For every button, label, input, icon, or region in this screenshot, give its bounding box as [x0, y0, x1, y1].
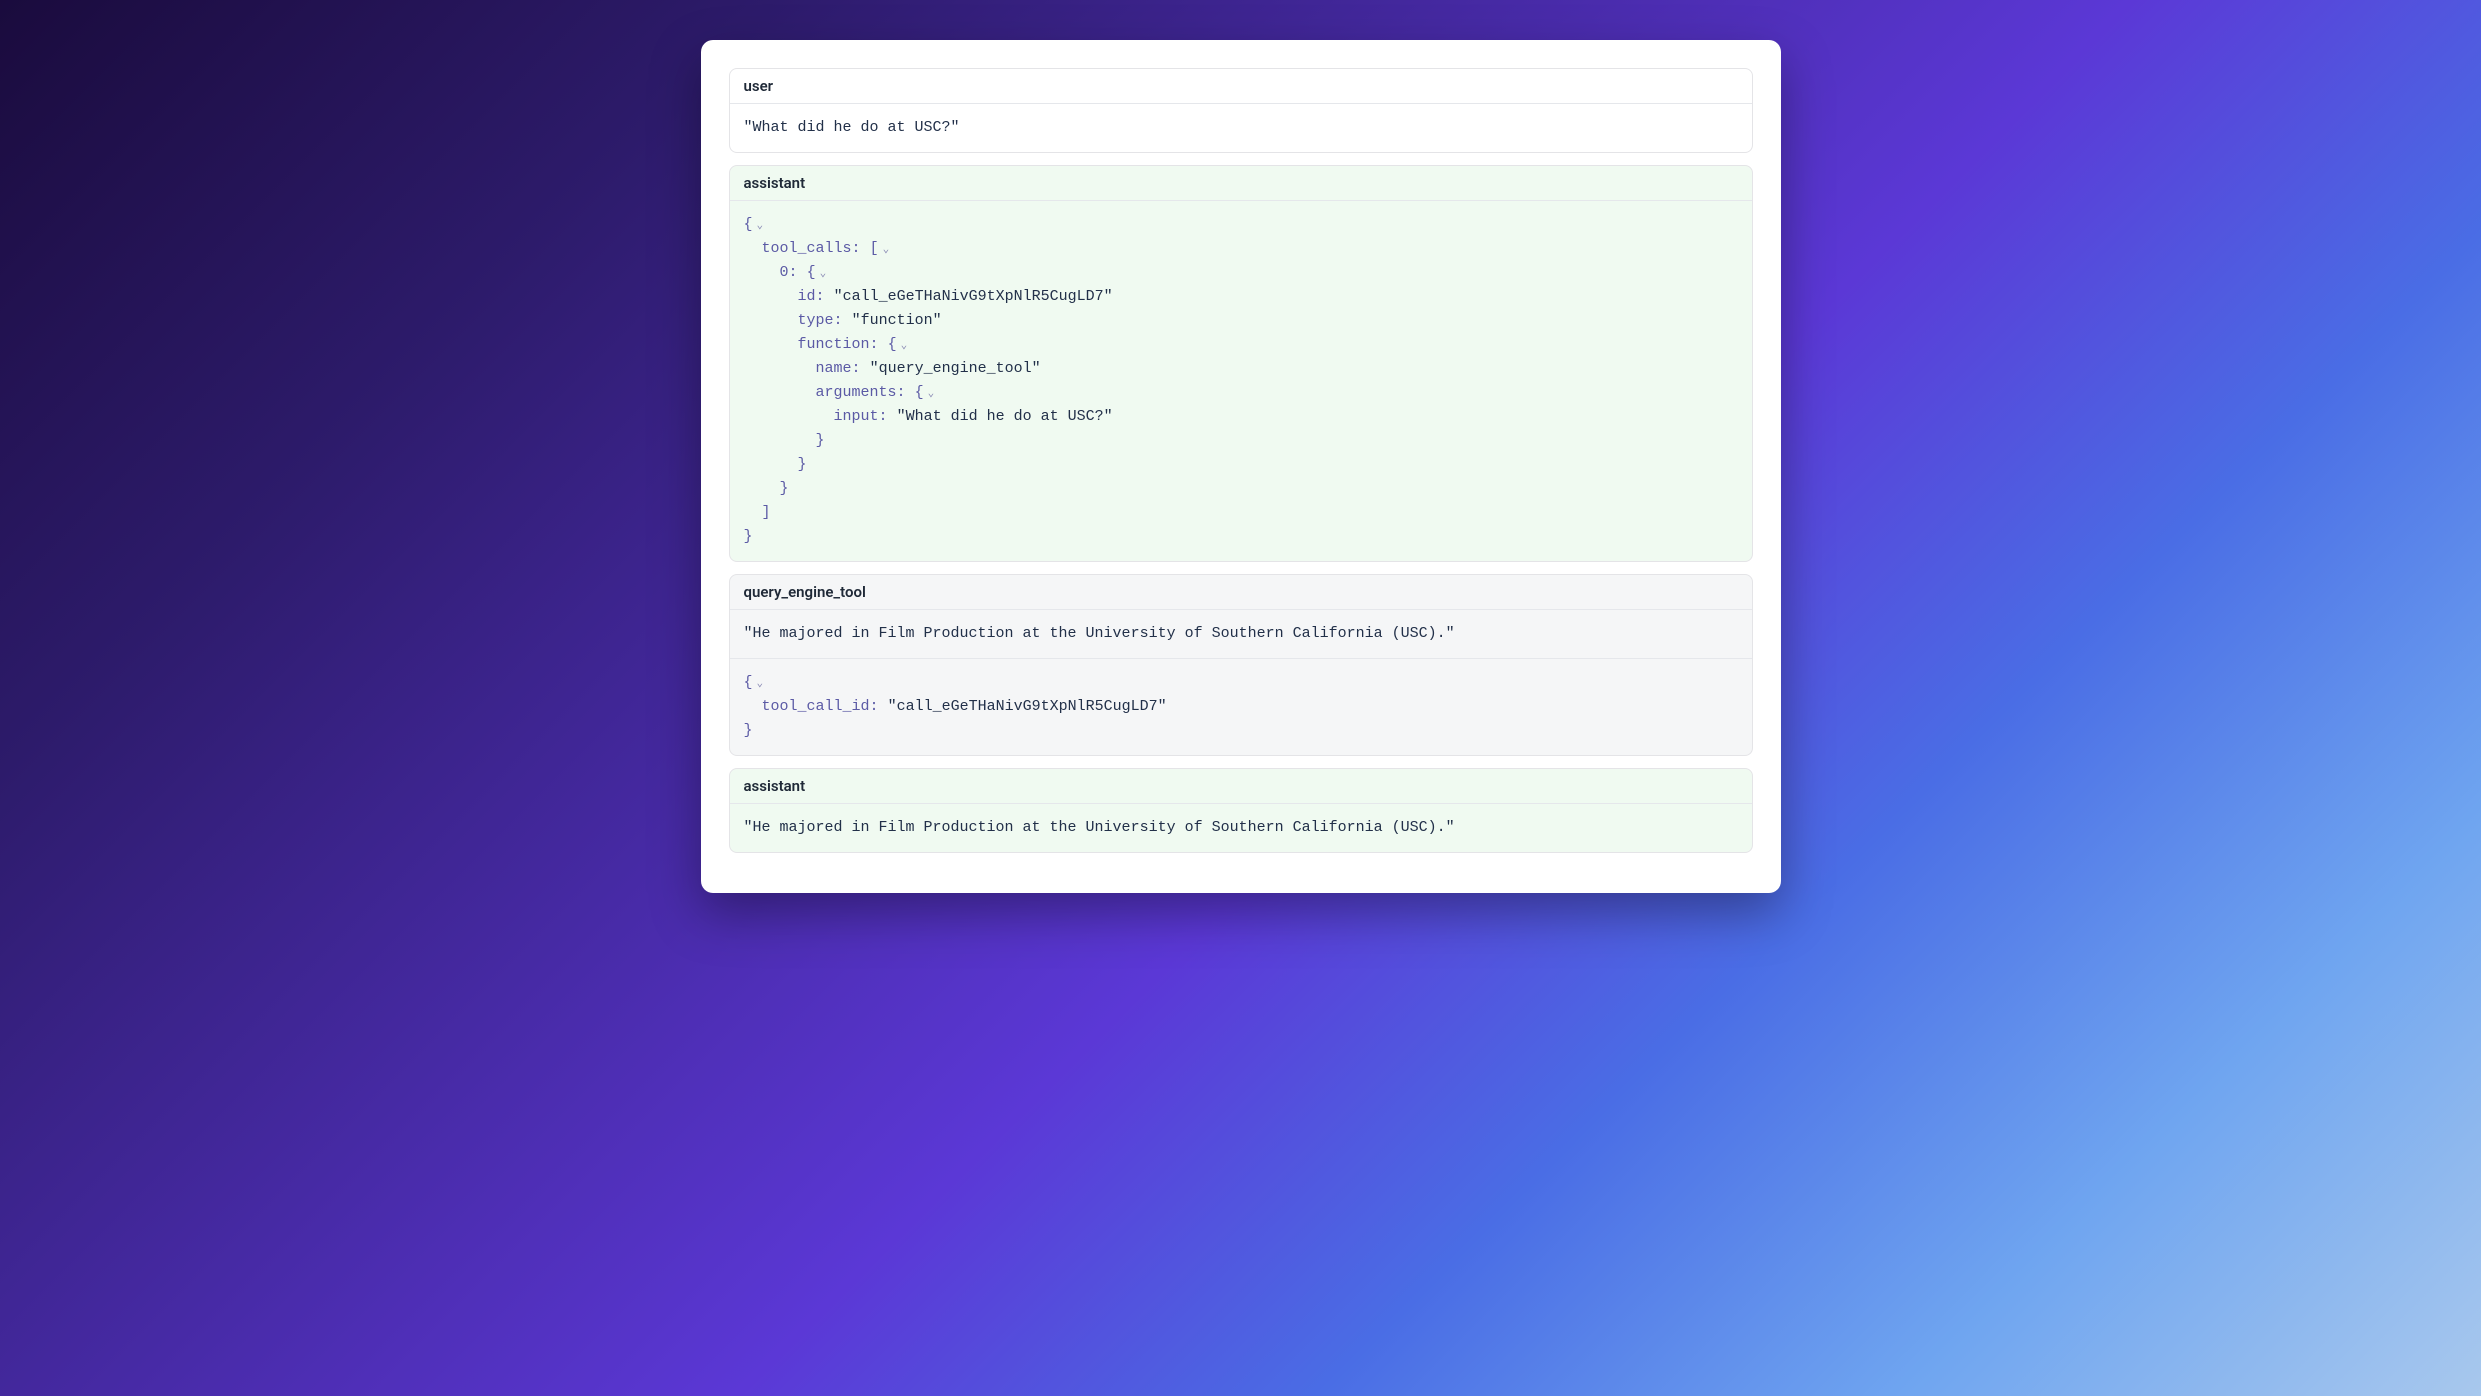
colon: : [879, 408, 888, 425]
colon: : [870, 698, 879, 715]
message-role-label: user [730, 69, 1752, 104]
json-key: arguments [816, 384, 897, 401]
message-assistant-final: assistant "He majored in Film Production… [729, 768, 1753, 853]
main-card: user "What did he do at USC?" assistant … [701, 40, 1781, 893]
brace-open: { [915, 384, 924, 401]
message-role-label: assistant [730, 166, 1752, 201]
colon: : [897, 384, 906, 401]
json-key: tool_calls [762, 240, 852, 257]
colon: : [816, 288, 825, 305]
message-role-label: query_engine_tool [730, 575, 1752, 610]
colon: : [852, 360, 861, 377]
brace-close: } [744, 722, 753, 739]
colon: : [870, 336, 879, 353]
message-tool-response: query_engine_tool "He majored in Film Pr… [729, 574, 1753, 756]
message-content: "He majored in Film Production at the Un… [730, 804, 1752, 852]
message-content: "What did he do at USC?" [730, 104, 1752, 152]
bracket-open: [ [870, 240, 879, 257]
message-user: user "What did he do at USC?" [729, 68, 1753, 153]
brace-close: } [798, 456, 807, 473]
json-key: name [816, 360, 852, 377]
brace-open: { [807, 264, 816, 281]
collapse-toggle-icon[interactable]: ⌄ [820, 266, 827, 284]
json-key: id [798, 288, 816, 305]
json-index: 0 [780, 264, 789, 281]
tool-metadata: {⌄ tool_call_id: "call_eGeTHaNivG9tXpNlR… [730, 658, 1752, 755]
collapse-toggle-icon[interactable]: ⌄ [928, 386, 935, 404]
brace-close: } [780, 480, 789, 497]
json-key: function [798, 336, 870, 353]
colon: : [852, 240, 861, 257]
json-key: type [798, 312, 834, 329]
brace-close: } [816, 432, 825, 449]
string-literal: "What did he do at USC?" [744, 119, 960, 136]
brace-close: } [744, 528, 753, 545]
message-role-label: assistant [730, 769, 1752, 804]
string-literal: "He majored in Film Production at the Un… [744, 625, 1455, 642]
message-assistant-tool-call: assistant {⌄ tool_calls: [⌄ 0: {⌄ id: "c… [729, 165, 1753, 562]
json-key: input [834, 408, 879, 425]
page-background: user "What did he do at USC?" assistant … [0, 0, 2481, 1396]
brace-open: { [888, 336, 897, 353]
brace-open: { [744, 216, 753, 233]
json-value: "What did he do at USC?" [897, 408, 1113, 425]
colon: : [834, 312, 843, 329]
brace-open: { [744, 674, 753, 691]
collapse-toggle-icon[interactable]: ⌄ [757, 676, 764, 694]
json-value: "call_eGeTHaNivG9tXpNlR5CugLD7" [888, 698, 1167, 715]
json-value: "function" [852, 312, 942, 329]
collapse-toggle-icon[interactable]: ⌄ [883, 242, 890, 260]
colon: : [789, 264, 798, 281]
collapse-toggle-icon[interactable]: ⌄ [757, 218, 764, 236]
json-key: tool_call_id [762, 698, 870, 715]
bracket-close: ] [762, 504, 771, 521]
string-literal: "He majored in Film Production at the Un… [744, 819, 1455, 836]
message-content: "He majored in Film Production at the Un… [730, 610, 1752, 658]
json-value: "call_eGeTHaNivG9tXpNlR5CugLD7" [834, 288, 1113, 305]
collapse-toggle-icon[interactable]: ⌄ [901, 338, 908, 356]
message-content: {⌄ tool_calls: [⌄ 0: {⌄ id: "call_eGeTHa… [730, 201, 1752, 561]
json-value: "query_engine_tool" [870, 360, 1041, 377]
